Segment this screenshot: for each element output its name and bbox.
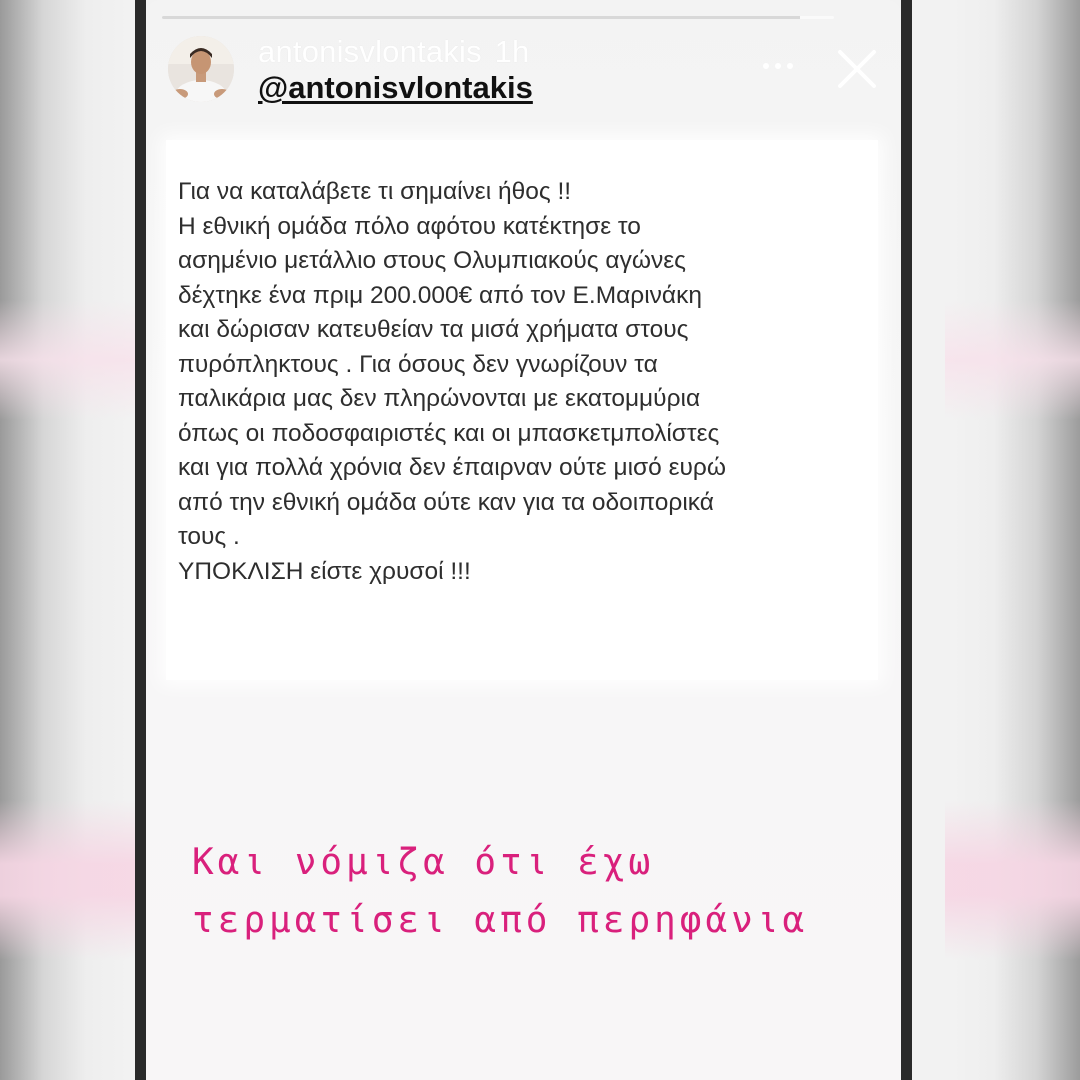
post-text-line: παλικάρια μας δεν πληρώνονται με εκατομμ… — [178, 385, 701, 412]
left-blurred-background — [0, 0, 135, 1080]
story-caption: Και νόμιζα ότι έχω τερματίσει από περηφά… — [192, 834, 882, 950]
caption-line: τερματίσει από περηφάνια — [192, 900, 809, 941]
story-frame[interactable]: antonisvlontakis 1h @antonisvlontakis Γι… — [146, 0, 901, 1080]
post-text-line: πυρόπληκτους . Για όσους δεν γνωρίζουν τ… — [178, 350, 658, 378]
post-text-line: δέχτηκε ένα πριμ 200.000€ από τον Ε.Μαρι… — [178, 281, 702, 309]
caption-line: Και νόμιζα ότι έχω — [192, 842, 655, 883]
story-timestamp: 1h — [494, 34, 530, 69]
story-progress-bar — [162, 16, 834, 19]
post-text-line: όπως οι ποδοσφαιριστές και οι μπασκετμπο… — [178, 419, 720, 447]
story-right-edge — [901, 0, 912, 1080]
mention-sticker[interactable]: @antonisvlontakis — [258, 68, 533, 108]
post-text-line: από την εθνική ομάδα ούτε καν για τα οδο… — [178, 488, 714, 516]
post-text-line: ΥΠΟΚΛΙΣΗ είστε χρυσοί !!! — [178, 557, 471, 585]
post-text-block: Για να καταλάβετε τι σημαίνει ήθος !! Η … — [178, 175, 898, 589]
username-text[interactable]: antonisvlontakis — [258, 34, 482, 69]
post-text-line: Η εθνική ομάδα πόλο αφότου κατέκτησε το — [178, 212, 641, 240]
ellipsis-icon[interactable] — [758, 56, 798, 76]
profile-avatar[interactable] — [168, 36, 234, 102]
story-username[interactable]: antonisvlontakis 1h — [258, 32, 530, 72]
post-text-line: τους . — [178, 523, 240, 550]
story-progress-fill — [162, 16, 801, 19]
post-text-line: ασημένιο μετάλλιο στους Ολυμπιακούς αγών… — [178, 247, 686, 274]
post-text-line: και δώρισαν κατευθείαν τα μισά χρήματα σ… — [178, 316, 689, 343]
post-text-line: Για να καταλάβετε τι σημαίνει ήθος !! — [178, 178, 572, 205]
post-text-line: και για πολλά χρόνια δεν έπαιρναν ούτε μ… — [178, 454, 726, 481]
close-icon[interactable] — [834, 46, 880, 92]
right-blurred-background — [945, 0, 1080, 1080]
story-left-edge — [135, 0, 146, 1080]
avatar-photo-icon — [168, 36, 234, 102]
